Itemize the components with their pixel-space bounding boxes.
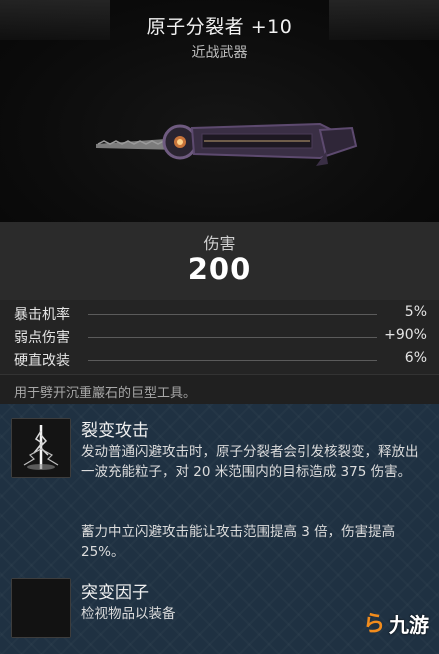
mod-description-fission-charged: 蓄力中立闪避攻击能让攻击范围提高 3 倍，伤害提高 25%。 (81, 524, 396, 560)
mod-slot-mutation[interactable] (11, 578, 71, 638)
watermark-text: 九游 (389, 613, 429, 637)
stat-label: 弱点伤害 (14, 330, 70, 346)
stat-row-stagger: 硬直改装 6% (14, 348, 427, 370)
stat-value: +90% (384, 327, 427, 343)
mods-panel: 裂变攻击 发动普通闪避攻击时，原子分裂者会引发核裂变，释放出一波充能粒子，对 2… (0, 404, 439, 654)
damage-value: 200 (187, 252, 252, 286)
stat-value: 5% (404, 304, 427, 320)
stat-divider (88, 314, 377, 315)
item-type: 近战武器 (191, 45, 248, 61)
stats-list: 暴击机率 5% 弱点伤害 +90% 硬直改装 6% (0, 300, 439, 374)
stat-value: 6% (404, 350, 427, 366)
watermark-logo: ら 九游 (363, 612, 433, 648)
lightning-icon (12, 419, 70, 477)
stat-label: 暴击机率 (14, 307, 70, 323)
item-preview: 原子分裂者 +10 近战武器 (0, 0, 439, 222)
mod-description-fission: 发动普通闪避攻击时，原子分裂者会引发核裂变，释放出一波充能粒子，对 20 米范围… (81, 444, 419, 480)
stat-divider (88, 337, 377, 338)
empty-slot-icon (12, 579, 70, 637)
item-name: 原子分裂者 +10 (146, 16, 293, 38)
stat-label: 硬直改装 (14, 353, 70, 369)
stat-row-weakspot: 弱点伤害 +90% (14, 325, 427, 347)
mod-title-mutation: 突变因子 (81, 583, 149, 603)
watermark-glyph: ら (362, 612, 385, 637)
damage-label: 伤害 (203, 234, 236, 253)
mod-title-fission: 裂变攻击 (81, 421, 149, 441)
mod-slot-fission[interactable] (11, 418, 71, 478)
item-description: 用于劈开沉重巖石的巨型工具。 (0, 374, 439, 405)
damage-block: 伤害 200 (0, 222, 439, 300)
description-text: 用于劈开沉重巖石的巨型工具。 (14, 386, 197, 401)
stat-divider (88, 360, 377, 361)
stat-row-crit: 暴击机率 5% (14, 302, 427, 324)
weapon-image (96, 122, 358, 166)
